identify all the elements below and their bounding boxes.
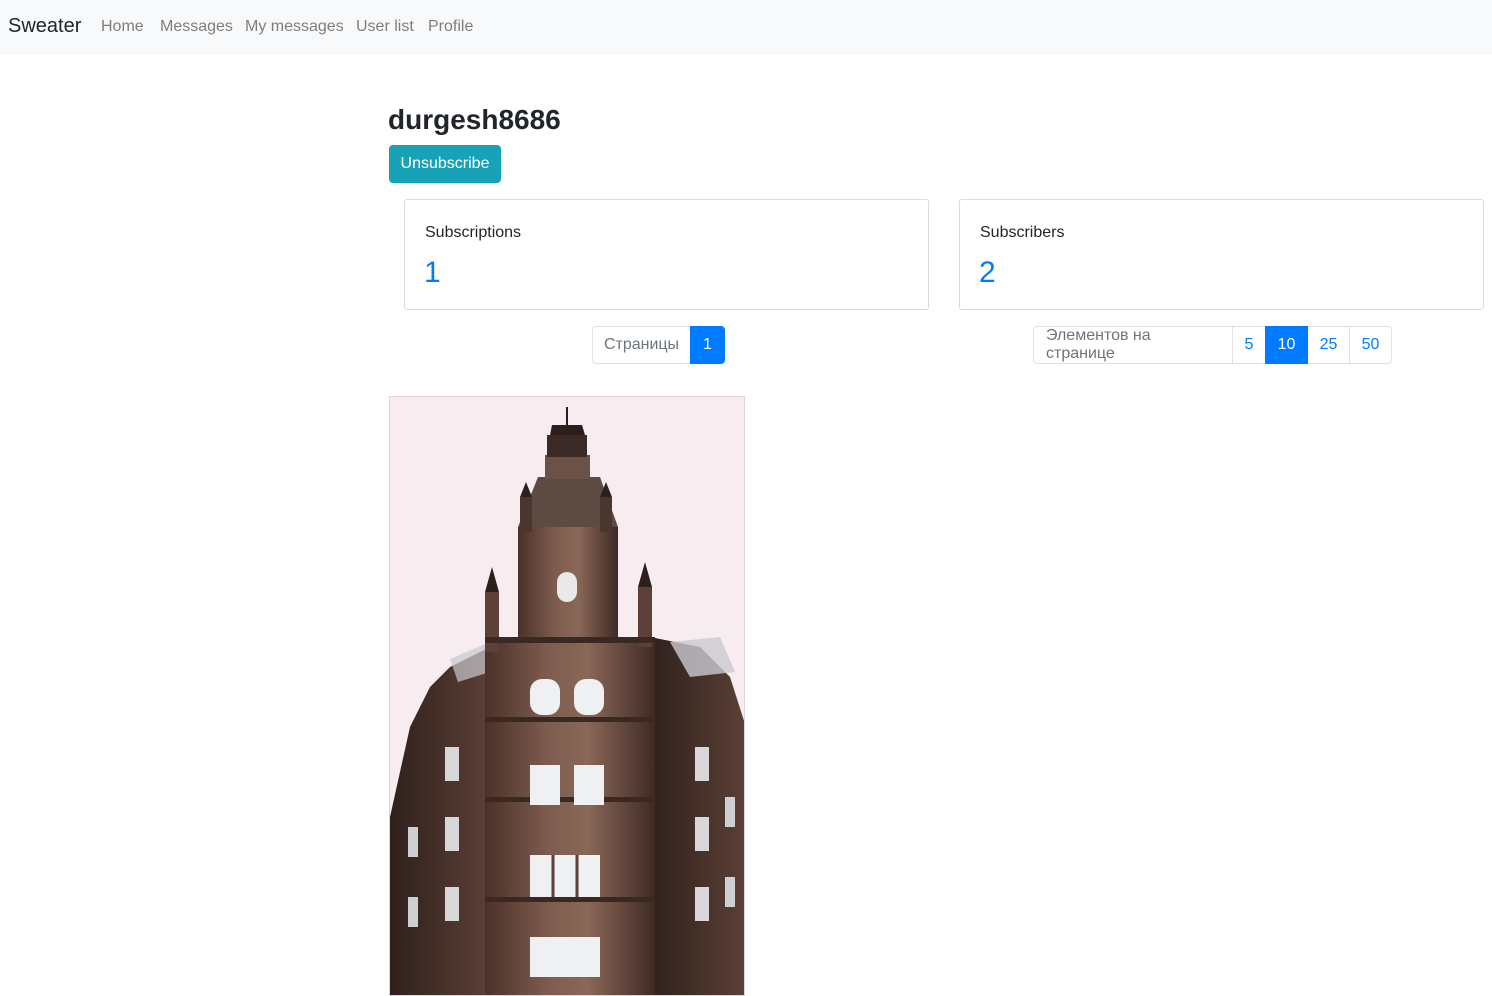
navbar: Sweater Home Messages My messages User l…: [0, 0, 1492, 55]
page-1-button[interactable]: 1: [690, 326, 725, 364]
per-page-10-button[interactable]: 10: [1265, 326, 1308, 364]
page-pagination: Страницы 1: [592, 326, 725, 364]
per-page-5-button[interactable]: 5: [1232, 326, 1266, 364]
building-photo-icon: [390, 397, 744, 995]
per-page-50-button[interactable]: 50: [1349, 326, 1392, 364]
per-page-label: Элементов на странице: [1033, 326, 1233, 364]
per-page-selector: Элементов на странице 5 10 25 50: [1033, 326, 1392, 364]
unsubscribe-button[interactable]: Unsubscribe: [389, 145, 501, 183]
subscriptions-count[interactable]: 1: [424, 256, 441, 290]
pages-label: Страницы: [592, 326, 691, 364]
per-page-25-button[interactable]: 25: [1307, 326, 1350, 364]
nav-profile[interactable]: Profile: [428, 18, 473, 36]
profile-username: durgesh8686: [388, 104, 561, 135]
subscribers-label: Subscribers: [980, 224, 1065, 241]
nav-my-messages[interactable]: My messages: [245, 18, 344, 36]
subscribers-card: Subscribers 2: [959, 199, 1484, 310]
nav-home[interactable]: Home: [101, 18, 144, 36]
subscribers-count[interactable]: 2: [979, 256, 996, 290]
nav-user-list[interactable]: User list: [356, 18, 414, 36]
nav-messages[interactable]: Messages: [160, 18, 233, 36]
subscriptions-label: Subscriptions: [425, 224, 522, 241]
brand-link[interactable]: Sweater: [8, 15, 81, 38]
subscriptions-card: Subscriptions 1: [404, 199, 929, 310]
message-card: [389, 396, 745, 996]
